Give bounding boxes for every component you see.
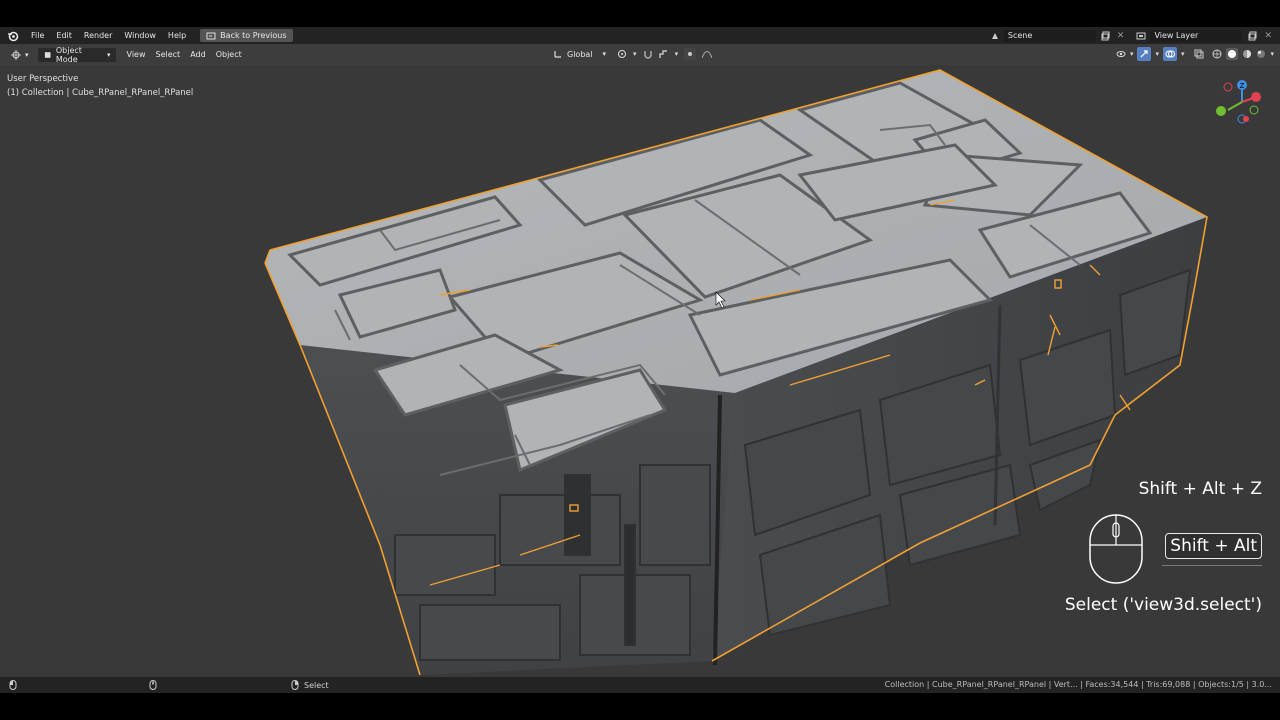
back-to-previous-label: Back to Previous — [220, 31, 287, 40]
object-mode-icon — [44, 51, 50, 58]
status-left-mouse — [8, 680, 18, 690]
mouse-middle-icon — [149, 680, 157, 690]
viewport-menu-add[interactable]: Add — [185, 50, 211, 59]
letterbox-bottom — [0, 693, 1280, 720]
shading-wireframe-icon[interactable] — [1212, 49, 1222, 59]
copy-view-layer-icon[interactable] — [1248, 31, 1258, 41]
chevron-down-icon: ▾ — [25, 50, 29, 59]
close-view-layer-icon[interactable]: ✕ — [1264, 31, 1272, 41]
snap-magnet-icon[interactable] — [643, 49, 653, 59]
xray-toggle-icon[interactable] — [1194, 49, 1204, 59]
copy-scene-icon[interactable] — [1101, 31, 1111, 41]
viewport-menu-object[interactable]: Object — [211, 50, 247, 59]
chevron-down-icon: ▾ — [1270, 50, 1274, 58]
navigation-gizmo[interactable]: Z — [1208, 75, 1268, 135]
collection-info-label: (1) Collection | Cube_RPanel_RPanel_RPan… — [7, 88, 194, 98]
editor-type-icon — [11, 49, 21, 60]
menu-render[interactable]: Render — [78, 31, 118, 40]
view-layer-field[interactable]: View Layer — [1150, 29, 1243, 42]
transform-orientation-dropdown[interactable]: Global ▾ — [548, 47, 611, 61]
snap-increment-icon[interactable] — [658, 49, 669, 59]
key-combo-label: Shift + Alt + Z — [1138, 479, 1262, 499]
overlays-circles-icon — [1165, 50, 1175, 58]
menu-window[interactable]: Window — [118, 31, 162, 40]
viewport-display-controls: ▾ ▾ ▾ ▾ — [1116, 47, 1274, 61]
mouse-right-icon — [291, 680, 299, 690]
chevron-down-icon: ▾ — [1180, 50, 1185, 58]
shading-material-icon[interactable] — [1242, 49, 1252, 59]
scene-field[interactable]: Scene — [1003, 29, 1096, 42]
perspective-label: User Perspective — [7, 74, 79, 84]
status-middle-mouse — [148, 680, 158, 690]
pivot-point-icon[interactable] — [617, 49, 627, 59]
back-to-previous-button[interactable]: Back to Previous — [200, 29, 293, 42]
viewport-menu-view[interactable]: View — [122, 50, 151, 59]
status-bar: Select Collection | Cube_RPanel_RPanel_R… — [0, 677, 1280, 693]
blender-logo-icon[interactable] — [7, 30, 19, 42]
overlay-divider — [1162, 565, 1262, 566]
close-scene-icon[interactable]: ✕ — [1117, 31, 1125, 41]
gizmo-x-axis[interactable] — [1251, 92, 1261, 102]
overlays-toggle-button[interactable] — [1162, 47, 1177, 61]
status-action-label: Select — [304, 680, 329, 690]
editor-type-dropdown[interactable]: ▾ — [6, 48, 34, 62]
object-mode-label: Object Mode — [55, 45, 82, 64]
shading-solid-icon — [1228, 50, 1237, 58]
viewport-info: User Perspective (1) Collection | Cube_R… — [7, 72, 193, 100]
falloff-curve-icon[interactable] — [702, 49, 713, 59]
orientation-label: Global — [567, 49, 593, 59]
chevron-down-icon: ▾ — [1129, 50, 1134, 58]
gizmo-x-inner — [1243, 116, 1249, 122]
menu-help[interactable]: Help — [162, 31, 192, 40]
screen-back-icon — [206, 32, 216, 39]
3d-viewport[interactable]: User Perspective (1) Collection | Cube_R… — [0, 65, 1280, 677]
scene-name: Scene — [1007, 31, 1033, 40]
menu-file[interactable]: File — [25, 31, 50, 40]
transform-controls: Global ▾ ▾ ▾ — [548, 47, 713, 61]
gizmo-y-axis[interactable] — [1216, 106, 1226, 116]
proportional-editing-button[interactable] — [684, 48, 697, 60]
viewport-header: ▾ Object Mode ▾ View Select Add Object G… — [0, 44, 1280, 65]
screencast-keys-overlay: Shift + Alt + Z Shift + Alt Select ('vie… — [1040, 473, 1270, 623]
status-right-mouse: Select — [290, 680, 329, 690]
view-layer-name: View Layer — [1154, 31, 1199, 40]
menu-edit[interactable]: Edit — [50, 31, 78, 40]
shading-rendered-icon[interactable] — [1256, 49, 1266, 59]
orientation-axes-icon — [554, 51, 561, 58]
proportional-dot-icon — [688, 52, 693, 56]
object-mode-dropdown[interactable]: Object Mode ▾ — [37, 45, 116, 64]
scene-statistics: Collection | Cube_RPanel_RPanel_RPanel |… — [884, 680, 1272, 689]
gizmo-toggle-button[interactable] — [1137, 47, 1152, 61]
operator-label: Select ('view3d.select') — [1064, 595, 1262, 615]
visibility-eye-icon[interactable] — [1116, 49, 1126, 59]
chevron-down-icon: ▾ — [674, 50, 679, 58]
viewport-menu-select[interactable]: Select — [151, 50, 186, 59]
mouse-icon — [1089, 514, 1143, 584]
topbar-right: Scene ✕ View Layer ✕ — [990, 27, 1280, 44]
gizmo-arrow-icon — [1141, 50, 1149, 58]
chevron-down-icon: ▾ — [633, 50, 637, 58]
gizmo-z-label: Z — [1240, 82, 1245, 90]
view-layer-icon[interactable] — [1136, 31, 1146, 41]
letterbox-top — [0, 0, 1280, 27]
chevron-down-icon: ▾ — [107, 50, 111, 59]
gizmo-neg-x-axis[interactable] — [1223, 82, 1233, 92]
chevron-down-icon: ▾ — [1155, 50, 1159, 58]
chevron-down-icon: ▾ — [602, 50, 607, 58]
shading-solid-button[interactable] — [1226, 48, 1239, 60]
scene-icon[interactable] — [990, 31, 1000, 41]
held-keys-box: Shift + Alt — [1165, 533, 1262, 559]
top-menu-bar: File Edit Render Window Help Back to Pre… — [0, 27, 1280, 44]
gizmo-neg-y-axis[interactable] — [1249, 105, 1259, 115]
mouse-left-icon — [9, 680, 17, 690]
